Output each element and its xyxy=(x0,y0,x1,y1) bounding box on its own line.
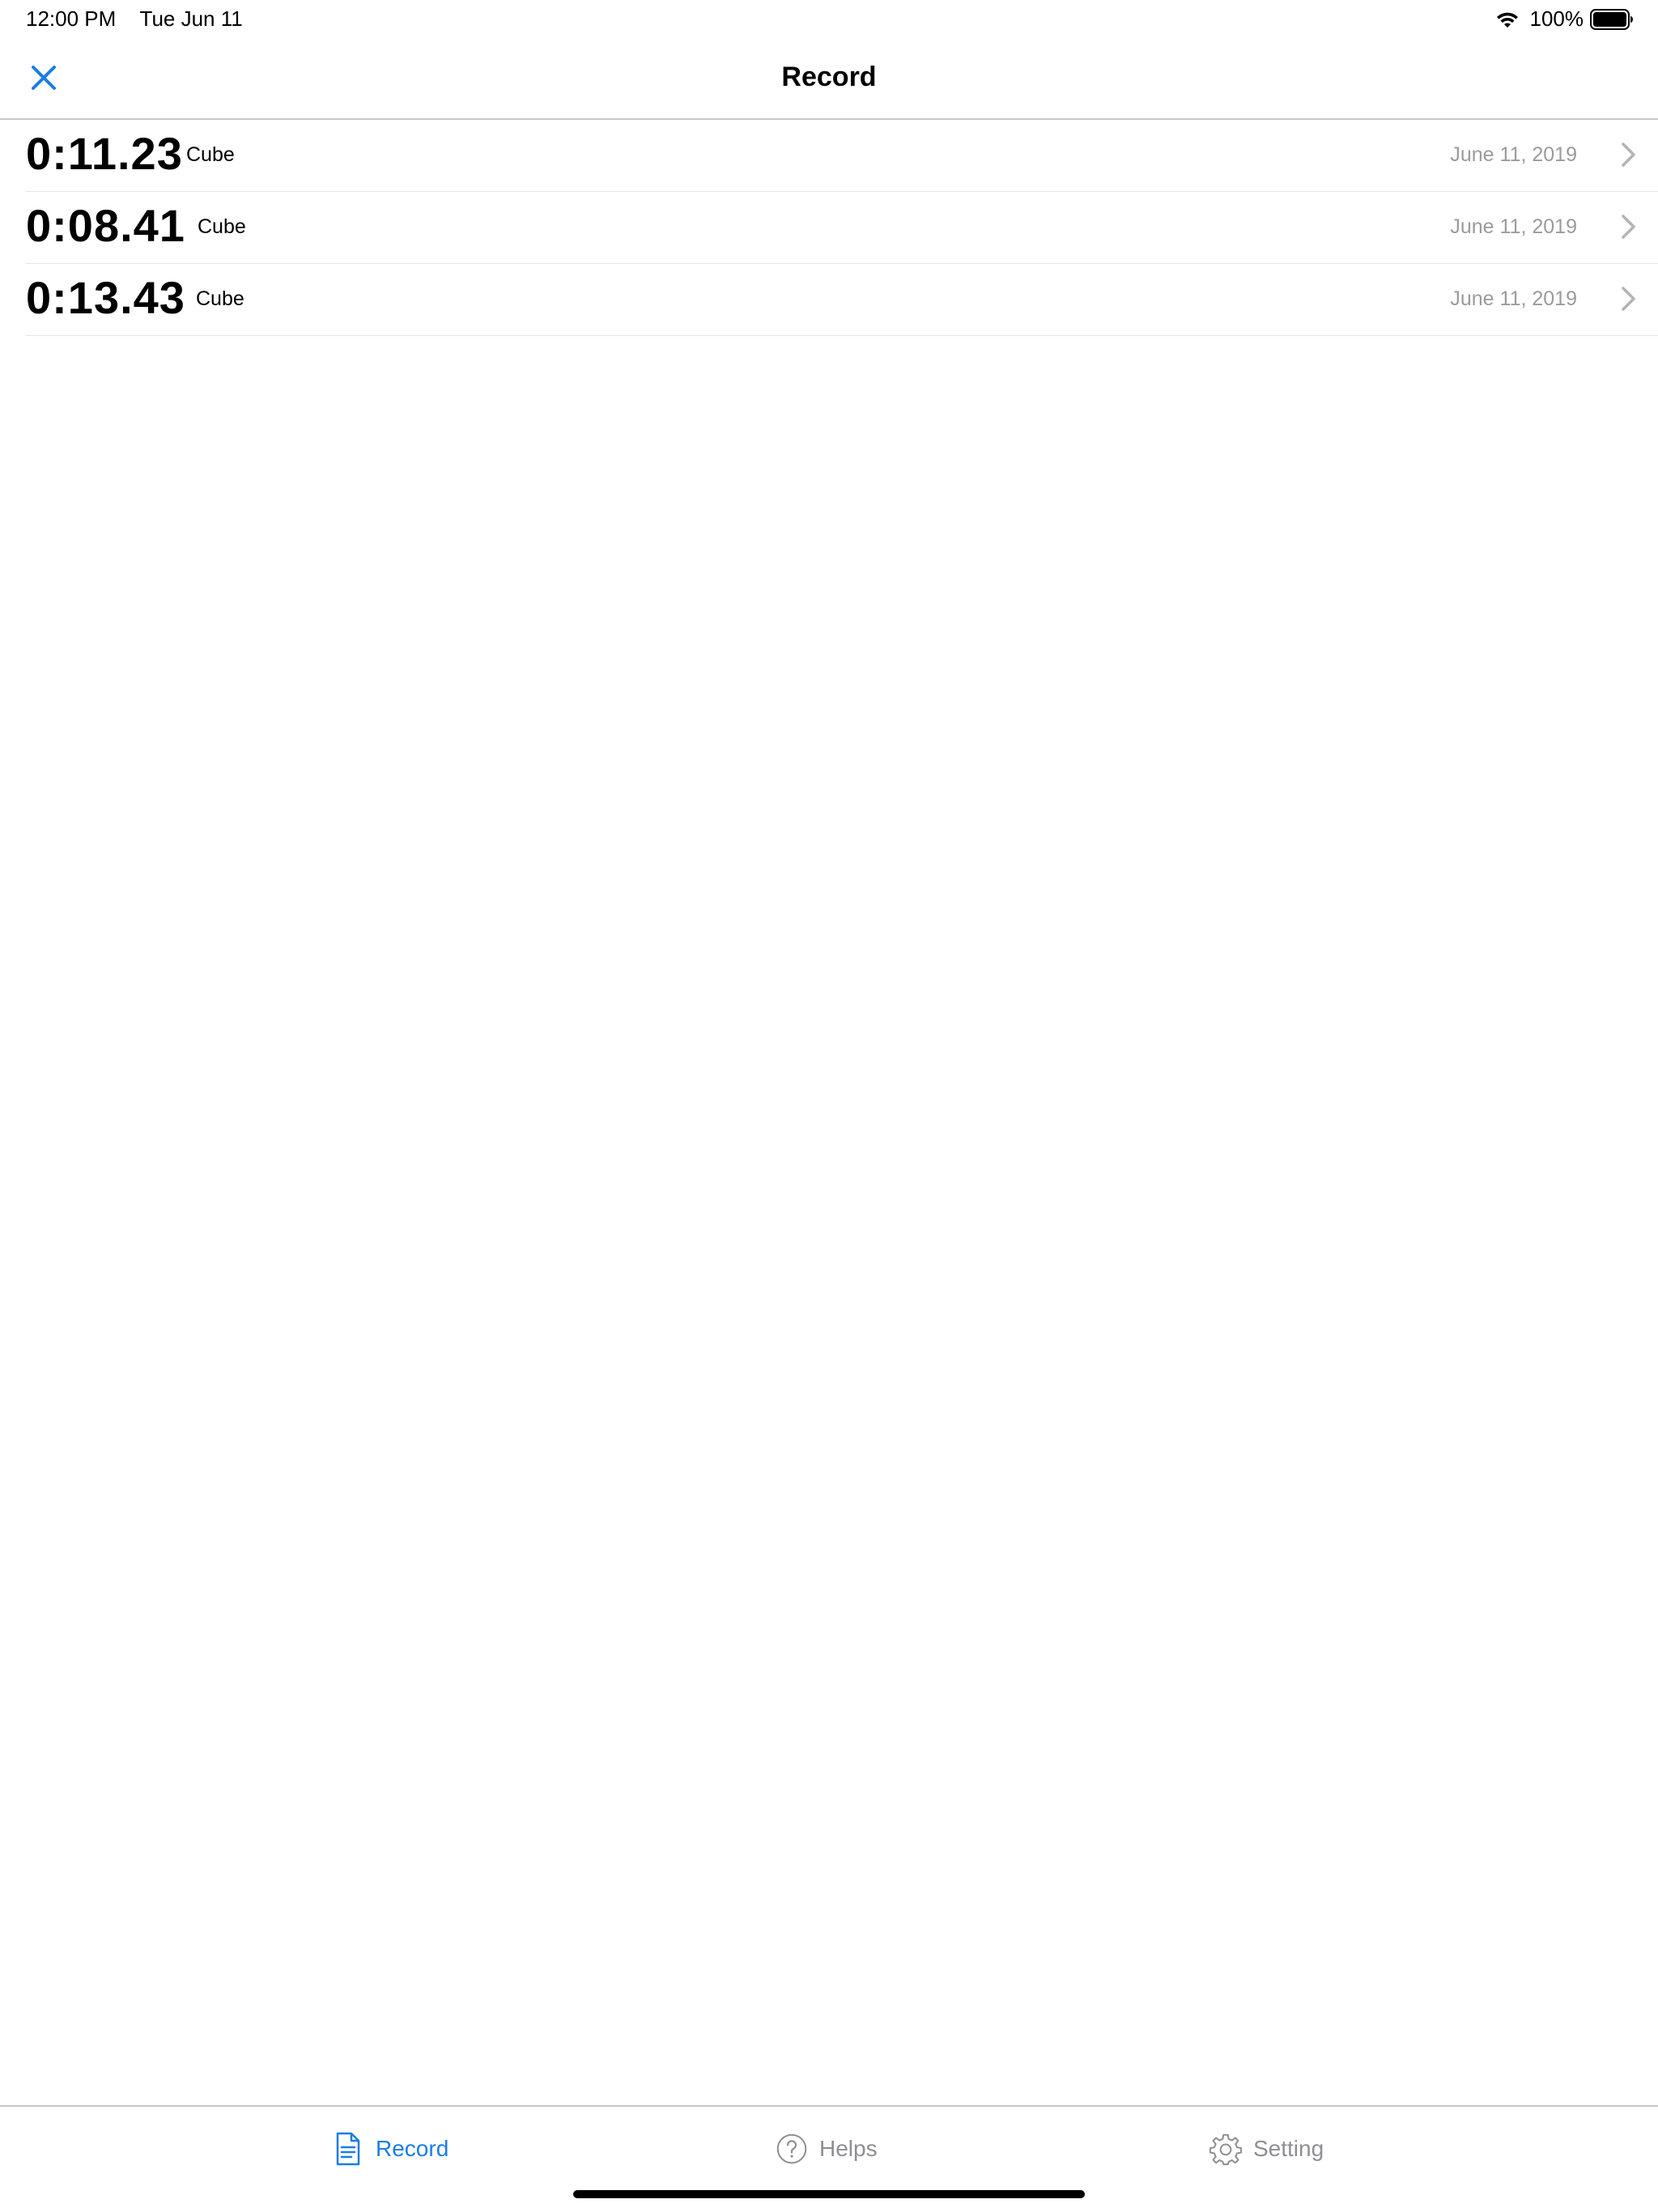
record-date: June 11, 2019 xyxy=(1450,215,1577,238)
status-bar: 12:00 PM Tue Jun 11 100% xyxy=(0,0,1658,37)
document-icon xyxy=(336,2132,360,2166)
wifi-icon xyxy=(1496,12,1518,28)
status-date: Tue Jun 11 xyxy=(139,6,243,31)
record-date: June 11, 2019 xyxy=(1450,143,1577,166)
record-time: 0:08.41 xyxy=(26,200,185,251)
record-category: Cube xyxy=(186,143,235,166)
tab-helps-label: Helps xyxy=(819,2136,878,2161)
status-right: 100% xyxy=(1494,6,1635,32)
tab-setting[interactable]: Setting xyxy=(1209,2131,1324,2167)
record-time: 0:11.23 xyxy=(26,128,183,179)
chevron-right-icon xyxy=(1622,287,1635,311)
tab-setting-label: Setting xyxy=(1253,2136,1324,2161)
chevron-right-icon xyxy=(1622,143,1635,167)
navigation-bar: Record xyxy=(0,37,1658,120)
record-row[interactable]: 0:11.23 Cube June 11, 2019 xyxy=(26,120,1658,192)
chevron-right-icon xyxy=(1622,215,1635,239)
gear-icon xyxy=(1209,2133,1242,2166)
record-row[interactable]: 0:13.43 Cube June 11, 2019 xyxy=(26,264,1658,336)
tab-helps[interactable]: Helps xyxy=(776,2131,878,2167)
status-left: 12:00 PM Tue Jun 11 xyxy=(26,6,243,32)
record-row[interactable]: 0:08.41 Cube June 11, 2019 xyxy=(26,192,1658,264)
record-list: 0:11.23 Cube June 11, 2019 0:08.41 Cube … xyxy=(0,120,1658,336)
record-category: Cube xyxy=(196,287,244,310)
record-date: June 11, 2019 xyxy=(1450,287,1577,310)
tab-record[interactable]: Record xyxy=(332,2131,449,2167)
record-category: Cube xyxy=(198,215,246,238)
question-circle-icon xyxy=(776,2133,807,2164)
battery-percentage: 100% xyxy=(1529,6,1584,31)
record-time: 0:13.43 xyxy=(26,272,185,323)
page-title: Record xyxy=(781,62,877,92)
home-indicator xyxy=(573,2190,1085,2198)
battery-icon xyxy=(1590,8,1633,30)
tab-record-label: Record xyxy=(376,2136,449,2161)
status-time: 12:00 PM xyxy=(26,6,117,31)
record-screen: 12:00 PM Tue Jun 11 100% Record 0:11.23 … xyxy=(0,0,1658,2212)
